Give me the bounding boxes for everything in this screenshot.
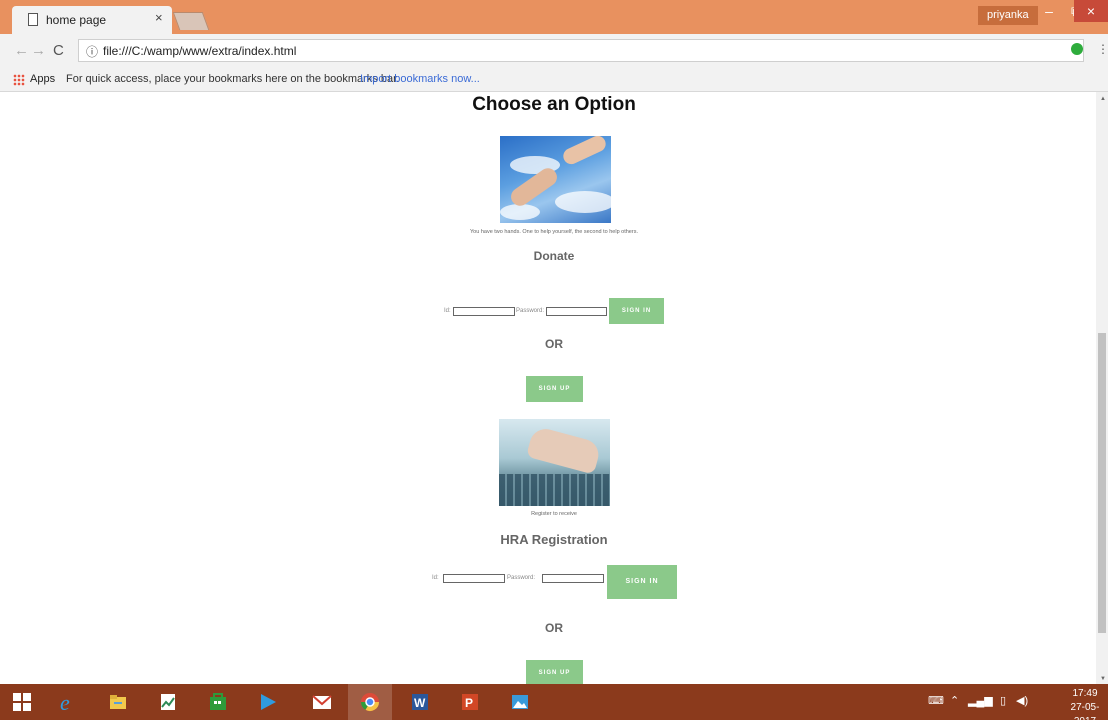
close-window-button[interactable]: × [1074,0,1108,22]
taskbar-clock[interactable]: 17:49 27-05-2017 [1063,687,1107,720]
store-icon[interactable] [196,684,240,720]
clock-date: 27-05-2017 [1070,702,1100,720]
tab-title: home page [46,13,107,27]
gmail-icon[interactable] [300,684,344,720]
url-text[interactable]: file:///C:/wamp/www/extra/index.html [103,44,296,58]
typing-hands-image [499,419,610,506]
reload-icon[interactable]: C [53,42,64,59]
donate-caption: You have two hands. One to help yourself… [470,229,638,235]
password-label: Password: [516,308,545,314]
new-tab-button[interactable] [172,12,210,30]
hra-password-input[interactable] [542,574,604,583]
donate-sign-up-button[interactable]: SIGN UP [526,376,583,402]
hra-sign-in-button[interactable]: SIGN IN [607,565,677,599]
import-bookmarks-link[interactable]: Import bookmarks now... [360,73,480,85]
chrome-icon[interactable] [348,684,392,720]
or-divider: OR [545,621,563,635]
forward-icon[interactable]: → [31,42,46,59]
scroll-down-icon[interactable]: ▼ [1100,676,1106,682]
id-label: Id: [432,575,439,581]
word-icon[interactable]: W [398,684,442,720]
tab-close-icon[interactable]: × [155,10,163,25]
hra-sign-up-button[interactable]: SIGN UP [526,660,583,684]
hra-id-input[interactable] [443,574,505,583]
vertical-scrollbar[interactable]: ▲ ▼ [1096,92,1108,684]
id-label: Id: [444,308,451,314]
page-title: Choose an Option [472,94,636,115]
extension-icon[interactable] [1071,43,1083,55]
file-explorer-icon[interactable] [96,684,140,720]
address-bar[interactable]: ⓘ file:///C:/wamp/www/extra/index.html ⌕… [78,39,1084,62]
apps-link[interactable]: Apps [30,73,55,85]
keyboard-icon[interactable]: ⌨ [928,694,944,707]
internet-explorer-icon[interactable]: e [46,684,90,720]
password-label: Password: [507,575,536,581]
windows-start-icon[interactable] [0,684,44,720]
hra-caption: Register to receive [531,511,577,517]
clock-time: 17:49 [1072,688,1098,699]
donate-sign-in-button[interactable]: SIGN IN [609,298,664,324]
svg-text:e: e [60,692,70,712]
scroll-up-icon[interactable]: ▲ [1100,96,1106,102]
svg-text:P: P [465,696,473,710]
bookmarks-hint: For quick access, place your bookmarks h… [66,73,400,85]
page-icon [28,13,38,26]
hra-title: HRA Registration [500,532,608,547]
browser-titlebar: home page × priyanka – ⧉ × [0,0,1108,34]
volume-icon[interactable]: ◀) [1016,694,1028,707]
powerpoint-icon[interactable]: P [448,684,492,720]
back-icon[interactable]: ← [14,42,29,59]
helping-hands-image [500,136,611,223]
app-icon[interactable] [146,684,190,720]
apps-grid-icon[interactable] [13,74,25,86]
svg-text:W: W [414,696,426,710]
page-viewport: Choose an Option You have two hands. One… [0,92,1108,684]
donate-id-input[interactable] [453,307,515,316]
bookmarks-bar: Apps For quick access, place your bookma… [0,68,1108,92]
windows-taskbar: e W P ⌨ ⌃ ▂▄▆ ▯ ◀) 17:49 27-05-2017 [0,684,1108,720]
or-divider: OR [545,337,563,351]
donate-password-input[interactable] [546,307,607,316]
browser-tab[interactable]: home page × [12,6,172,34]
info-icon[interactable]: ⓘ [86,43,98,60]
network-icon[interactable]: ▂▄▆ [968,694,993,707]
scrollbar-thumb[interactable] [1098,333,1106,633]
battery-icon[interactable]: ▯ [1000,694,1006,707]
photos-icon[interactable] [498,684,542,720]
browser-toolbar: ← → C ⓘ file:///C:/wamp/www/extra/index.… [0,34,1108,68]
donate-title: Donate [533,249,575,263]
profile-button[interactable]: priyanka [978,6,1038,25]
media-player-icon[interactable] [246,684,290,720]
show-hidden-icons-icon[interactable]: ⌃ [950,694,959,707]
menu-icon[interactable]: ⋮ [1097,42,1108,56]
